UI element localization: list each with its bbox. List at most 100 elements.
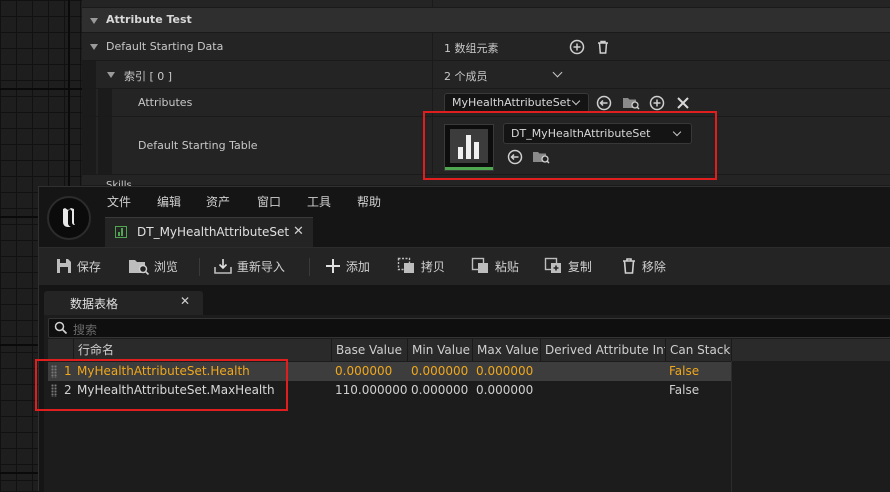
table-column-edge [731,361,732,492]
title-bar: 文件 编辑 资产 窗口 工具 帮助 DT_MyHealthAttributeSe… [39,187,890,247]
indent-bar [98,117,112,174]
copy-icon [397,257,414,273]
tab-data-table[interactable]: 数据表格 ✕ [44,291,203,315]
menu-edit[interactable]: 编辑 [157,193,181,210]
trash-icon[interactable] [595,39,611,55]
reimport-button[interactable]: 重新导入 [213,256,285,278]
header-row-name[interactable]: 行命名 [73,339,331,361]
menu-asset[interactable]: 资产 [206,193,230,210]
header-can-stack[interactable]: Can Stack [665,339,731,361]
duplicate-label: 复制 [567,260,592,274]
cell-base-value: 0.000000 [335,364,393,378]
cell-derived-attribute-info [544,381,665,400]
add-element-icon[interactable] [569,39,585,55]
search-input[interactable]: 搜索 [48,318,890,338]
tab-title: DT_MyHealthAttributeSet [137,225,290,239]
reimport-label: 重新导入 [236,260,285,274]
expand-arrow-icon[interactable] [90,18,98,24]
cell-max-value: 0.000000 [476,383,534,397]
reimport-icon [214,259,232,274]
indent-bar [98,89,112,116]
clear-x-icon[interactable] [675,95,691,111]
copy-button[interactable]: 拷贝 [397,256,445,278]
browse-button[interactable]: 浏览 [128,256,178,278]
header-base-value[interactable]: Base Value [331,339,407,361]
chevron-down-icon [571,96,581,106]
cell-can-stack: False [669,364,700,378]
column-splitter[interactable] [432,61,433,88]
indent-bar [82,61,96,88]
plus-icon [326,259,340,273]
member-count-text: 2 个成员 [444,70,488,83]
browse-label: 浏览 [153,260,178,274]
add-label: 添加 [345,260,370,274]
menu-file[interactable]: 文件 [107,193,131,210]
remove-button[interactable]: 移除 [620,256,666,278]
unreal-logo-icon[interactable] [47,196,91,240]
copy-label: 拷贝 [420,260,445,274]
menu-help[interactable]: 帮助 [357,193,381,210]
chevron-down-icon[interactable] [552,67,563,78]
datatable-icon [115,226,127,238]
cut-off-row [82,0,890,8]
toolbar: 保存 浏览 重新导入 添加 拷贝 粘贴 复制 移除 [39,247,890,285]
property-label: 索引 [ 0 ] [124,70,173,83]
document-tab[interactable]: DT_MyHealthAttributeSet ✕ [105,217,313,247]
cell-base-value: 110.000000 [335,383,407,397]
paste-button[interactable]: 粘贴 [471,256,519,278]
use-selected-arrow-icon[interactable] [596,95,612,111]
header-empty [731,339,890,361]
header-min-value[interactable]: Min Value [407,339,472,361]
column-splitter[interactable] [432,33,433,60]
save-label: 保存 [76,260,101,274]
browse-icon [129,260,150,276]
search-placeholder: 搜索 [73,323,98,337]
add-row-button[interactable]: 添加 [324,256,370,278]
cell-derived-attribute-info [544,362,665,381]
property-label: Default Starting Data [106,40,224,53]
section-title: Attribute Test [106,13,192,26]
save-button[interactable]: 保存 [55,256,101,278]
toolbar-separator [309,258,310,276]
property-label: Attributes [138,96,193,109]
highlight-box-table [423,111,717,180]
indent-bar [82,89,96,116]
paste-icon [471,257,488,273]
expand-arrow-icon[interactable] [90,44,98,50]
add-icon[interactable] [649,95,665,111]
array-count-text: 1 数组元素 [444,42,499,55]
remove-label: 移除 [641,260,666,274]
property-row-default-starting-data: Default Starting Data 1 数组元素 [82,33,890,61]
dropdown-value: MyHealthAttributeSet [452,96,571,109]
header-derived-attribute-info[interactable]: Derived Attribute Info [540,339,665,361]
cell-min-value: 0.000000 [411,364,469,378]
datatable-editor-window: 文件 编辑 资产 窗口 工具 帮助 DT_MyHealthAttributeSe… [38,186,890,492]
table-header: 行命名 Base Value Min Value Max Value Deriv… [48,339,890,361]
column-splitter [432,0,433,7]
highlight-box-rows [35,359,288,411]
cell-max-value: 0.000000 [476,364,534,378]
expand-arrow-icon[interactable] [107,72,115,78]
header-max-value[interactable]: Max Value [472,339,540,361]
save-icon [57,259,71,273]
close-icon[interactable]: ✕ [180,294,190,308]
close-icon[interactable]: ✕ [293,224,304,239]
property-row-index: 索引 [ 0 ] 2 个成员 [82,61,890,89]
property-label: Default Starting Table [138,139,258,152]
indent-bar [82,117,96,174]
cell-min-value: 0.000000 [411,383,469,397]
details-panel: Attribute Test Default Starting Data 1 数… [82,0,890,191]
header-index [48,339,73,361]
panel-tab-label: 数据表格 [70,297,119,311]
duplicate-button[interactable]: 复制 [544,256,592,278]
cell-can-stack: False [669,383,700,397]
search-icon [54,321,68,335]
menu-tools[interactable]: 工具 [307,193,331,210]
browse-folder-icon[interactable] [622,95,640,111]
attributes-dropdown[interactable]: MyHealthAttributeSet [444,93,589,113]
trash-icon [623,258,635,274]
toolbar-separator [199,258,200,276]
paste-label: 粘贴 [494,260,519,274]
menu-window[interactable]: 窗口 [257,193,281,210]
section-header-attribute-test[interactable]: Attribute Test [82,8,890,33]
